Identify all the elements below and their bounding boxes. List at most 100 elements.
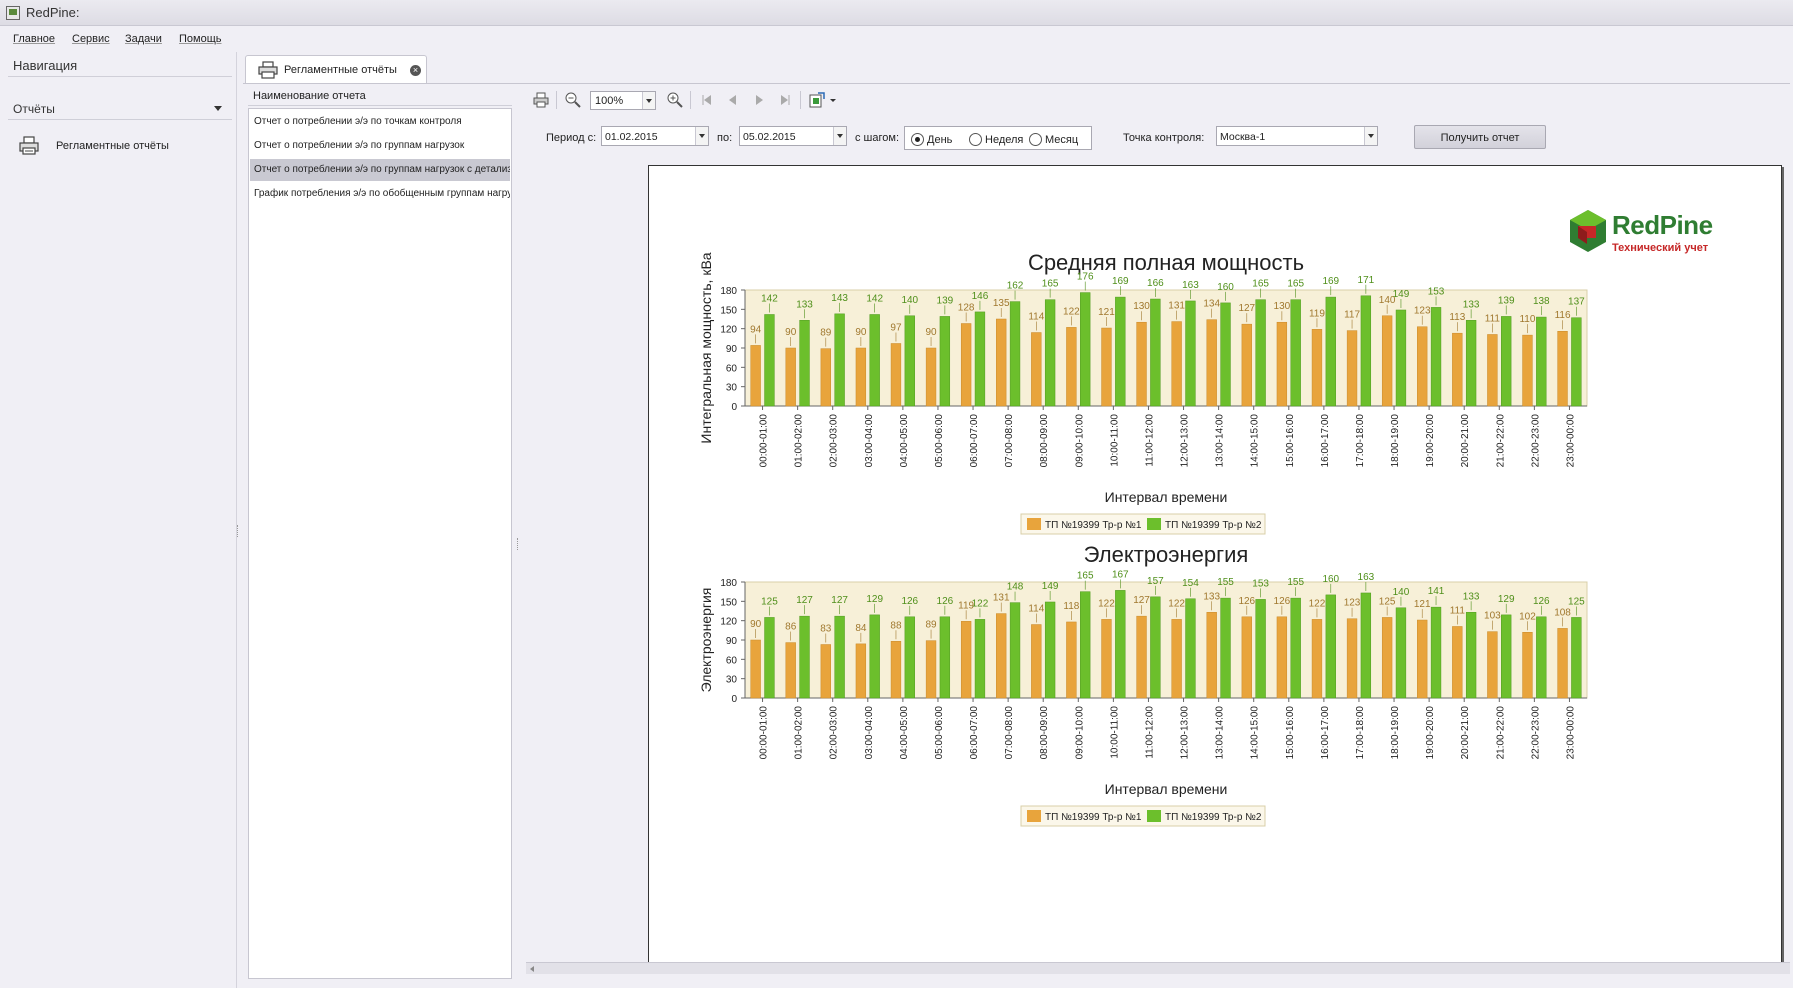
data-label-series-2: 139 [937, 295, 954, 306]
bar-series-1 [1031, 624, 1042, 699]
data-label-series-1: 126 [1274, 596, 1291, 607]
y-tick-label: 60 [726, 363, 738, 374]
bar-series-2 [869, 314, 880, 407]
bar-series-1 [750, 345, 761, 407]
x-tick-label: 22:00-23:00 [1530, 414, 1541, 468]
data-label-series-1: 114 [1028, 604, 1044, 615]
y-tick-label: 180 [720, 286, 737, 297]
data-label-series-2: 162 [1007, 281, 1024, 292]
bar-series-1 [1066, 621, 1077, 699]
data-label-series-2: 146 [972, 291, 989, 302]
print-icon[interactable] [532, 91, 550, 109]
list-item-label: График потребления э/э по обобщенным гру… [254, 188, 510, 199]
period-from-field[interactable]: 01.02.2015 [601, 126, 709, 146]
data-label-series-1: 88 [890, 620, 902, 631]
export-icon[interactable] [808, 91, 826, 109]
bar-series-1 [890, 343, 902, 407]
data-label-series-2: 176 [1077, 272, 1094, 283]
data-label-series-1: 122 [1063, 306, 1080, 317]
data-label-series-1: 117 [1344, 310, 1360, 321]
radio-day-label[interactable]: День [927, 134, 952, 146]
data-label-series-2: 126 [937, 596, 954, 607]
x-tick-label: 19:00-20:00 [1425, 414, 1436, 468]
splitter-handle[interactable] [237, 525, 240, 537]
zoom-in-icon[interactable] [666, 91, 684, 109]
bar-series-1 [960, 621, 972, 699]
period-to-field[interactable]: 05.02.2015 [739, 126, 847, 146]
bar-series-2 [1009, 301, 1021, 407]
x-tick-label: 17:00-18:00 [1355, 414, 1366, 468]
bar-series-1 [1522, 334, 1533, 407]
x-tick-label: 02:00-03:00 [829, 706, 840, 760]
data-label-series-1: 90 [750, 619, 762, 630]
bar-series-1 [1346, 330, 1358, 407]
chevron-down-icon[interactable] [1364, 127, 1377, 145]
first-page-icon[interactable] [698, 91, 716, 109]
bar-series-2 [1009, 602, 1021, 699]
chevron-down-icon[interactable] [642, 92, 655, 109]
data-label-series-1: 94 [750, 324, 762, 335]
close-icon[interactable]: × [410, 65, 421, 76]
legend-swatch-series-1 [1027, 810, 1041, 822]
zoom-select[interactable]: 100% [590, 91, 656, 110]
y-tick-label: 180 [720, 578, 737, 589]
menu-main[interactable]: Главное [13, 33, 55, 45]
get-report-button[interactable]: Получить отчет [1414, 125, 1546, 149]
last-page-icon[interactable] [776, 91, 794, 109]
nav-item-scheduled-reports[interactable]: Регламентные отчёты [18, 134, 228, 158]
step-radio-group: День Неделя Месяц [904, 126, 1092, 150]
radio-month-label[interactable]: Месяц [1045, 134, 1078, 146]
chart-title: Электроэнергия [1084, 542, 1249, 567]
menu-tasks[interactable]: Задачи [125, 33, 162, 45]
data-label-series-1: 127 [1133, 595, 1150, 606]
data-label-series-2: 171 [1358, 275, 1375, 286]
data-label-series-1: 130 [1274, 301, 1291, 312]
zoom-out-icon[interactable] [564, 91, 582, 109]
x-tick-label: 18:00-19:00 [1390, 706, 1401, 760]
radio-week[interactable] [969, 133, 982, 146]
chevron-down-icon[interactable] [695, 127, 708, 145]
radio-month[interactable] [1029, 133, 1042, 146]
data-label-series-1: 123 [1344, 598, 1361, 609]
radio-day[interactable] [911, 133, 924, 146]
chevron-down-icon[interactable] [833, 127, 846, 145]
bar-series-1 [1417, 326, 1428, 407]
tab-scheduled-reports[interactable]: Регламентные отчёты × [245, 55, 427, 83]
prev-page-icon[interactable] [724, 91, 742, 109]
list-item-selected[interactable]: Отчет о потреблении э/э по группам нагру… [250, 159, 510, 181]
x-tick-label: 05:00-06:00 [934, 706, 945, 760]
data-label-series-1: 135 [993, 298, 1010, 309]
control-point-select[interactable]: Москва-1 [1216, 126, 1378, 146]
chevron-down-icon[interactable] [214, 106, 222, 111]
data-label-series-1: 113 [1449, 312, 1465, 323]
chevron-down-icon[interactable] [828, 91, 838, 109]
menu-service[interactable]: Сервис [72, 33, 110, 45]
list-item[interactable]: Отчет о потреблении э/э по точкам контро… [250, 111, 510, 133]
horizontal-scrollbar[interactable] [526, 962, 1790, 974]
list-item-label: Отчет о потреблении э/э по группам нагру… [254, 140, 465, 151]
data-label-series-1: 126 [1238, 596, 1255, 607]
radio-week-label[interactable]: Неделя [985, 134, 1023, 146]
y-tick-label: 0 [731, 402, 737, 413]
menu-bar: Главное Сервис Задачи Помощь [0, 27, 1793, 51]
splitter-handle[interactable] [517, 538, 520, 550]
y-tick-label: 30 [726, 383, 738, 394]
x-tick-label: 22:00-23:00 [1530, 706, 1541, 760]
list-item[interactable]: Отчет о потреблении э/э по группам нагру… [250, 135, 510, 157]
data-label-series-2: 149 [1393, 289, 1410, 300]
data-label-series-2: 155 [1217, 577, 1234, 588]
report-list: Наименование отчета Отчет о потреблении … [248, 86, 512, 988]
nav-group-reports[interactable]: Отчёты [8, 98, 232, 120]
data-label-series-1: 110 [1519, 314, 1535, 325]
printer-icon [258, 61, 278, 79]
next-page-icon[interactable] [750, 91, 768, 109]
bar-series-1 [1066, 327, 1077, 407]
data-label-series-1: 114 [1028, 312, 1044, 323]
menu-help[interactable]: Помощь [179, 33, 222, 45]
bar-series-2 [1325, 594, 1336, 699]
data-label-series-2: 141 [1428, 586, 1445, 597]
y-axis-label: Электроэнергия [698, 588, 714, 693]
list-item[interactable]: График потребления э/э по обобщенным гру… [250, 183, 510, 205]
navigation-panel: Навигация Отчёты Регламентные отчёты [0, 52, 237, 988]
bar-series-2 [1150, 596, 1161, 699]
